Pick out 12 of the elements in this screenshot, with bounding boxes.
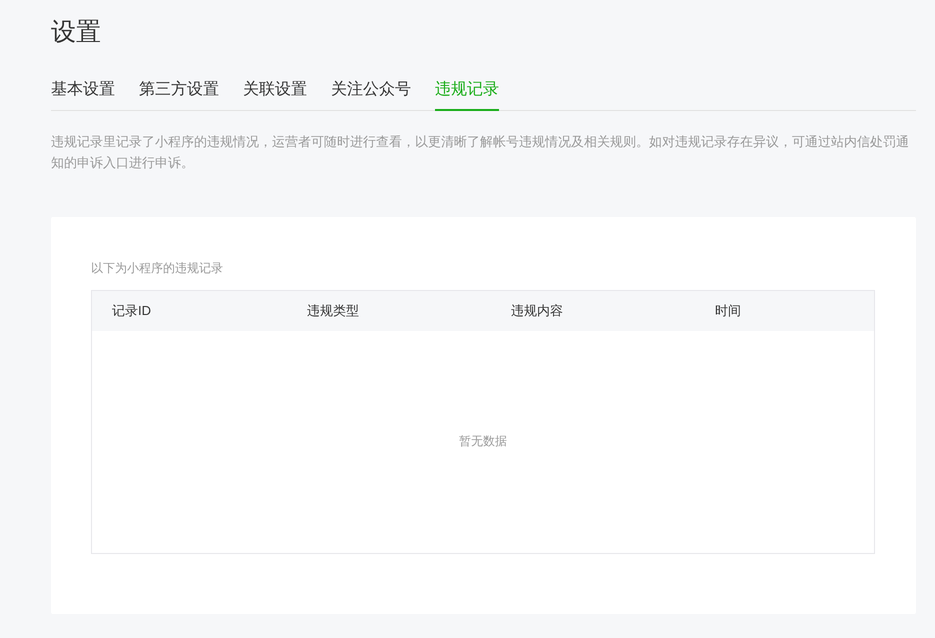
tab[interactable]: 关联设置 bbox=[243, 78, 307, 111]
column-header: 违规内容 bbox=[511, 303, 563, 318]
description-text: 违规记录里记录了小程序的违规情况，运营者可随时进行查看，以更清晰了解帐号违规情况及相关规则。如对违规记录存在异议，可通过站内信处罚通知的申诉入口进行申诉。 bbox=[51, 133, 910, 172]
column-header: 时间 bbox=[715, 303, 741, 318]
column-header: 违规类型 bbox=[307, 303, 359, 318]
tab[interactable]: 第三方设置 bbox=[139, 78, 219, 111]
empty-text: 暂无数据 bbox=[459, 433, 507, 450]
table-caption: 以下为小程序的违规记录 bbox=[91, 260, 223, 277]
tab[interactable]: 关注公众号 bbox=[331, 78, 411, 111]
page-title: 设置 bbox=[51, 17, 101, 48]
tab[interactable]: 基本设置 bbox=[51, 78, 115, 111]
column-header: 记录ID bbox=[112, 303, 151, 318]
